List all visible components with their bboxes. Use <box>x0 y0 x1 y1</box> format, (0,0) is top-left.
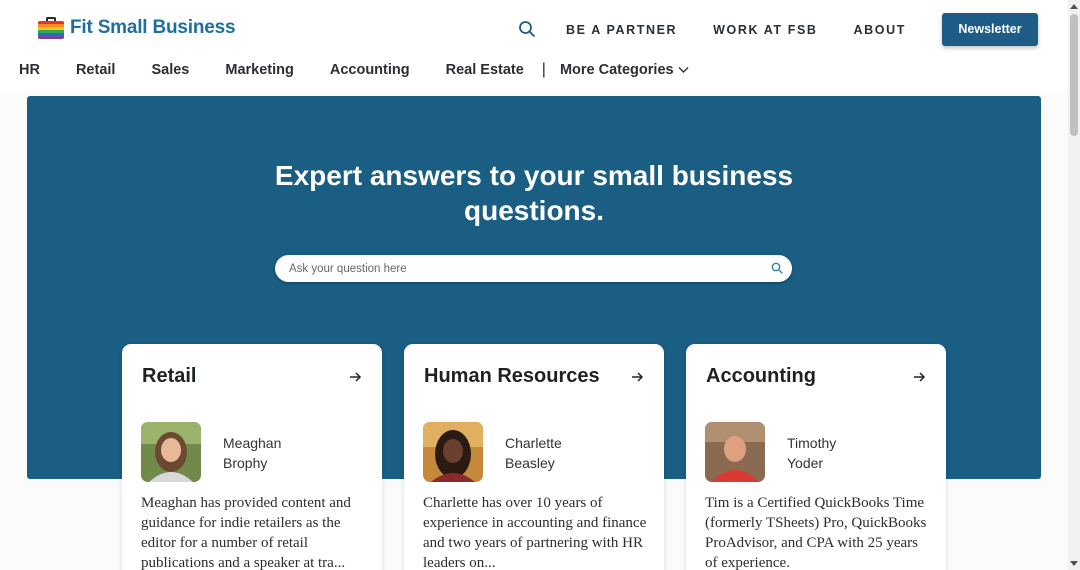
author-bio: Meaghan has provided content and guidanc… <box>141 495 351 570</box>
nav-item-marketing[interactable]: Marketing <box>225 62 294 78</box>
author-bio: Tim is a Certified QuickBooks Time (form… <box>705 495 927 570</box>
site-header: Fit Small Business BE A PARTNER WORK AT … <box>0 0 1068 92</box>
question-search-box <box>275 255 792 282</box>
briefcase-logo-icon <box>38 17 64 39</box>
author-first-name: Charlette <box>505 435 562 451</box>
work-at-fsb-link[interactable]: WORK AT FSB <box>713 23 817 37</box>
expert-card-accounting[interactable]: Accounting Timothy Yoder Tim is a Certif… <box>686 344 946 570</box>
author-name[interactable]: Meaghan Brophy <box>223 433 323 473</box>
about-link[interactable]: ABOUT <box>854 23 906 37</box>
author-last-name: Yoder <box>787 455 824 471</box>
nav-separator: | <box>541 61 546 78</box>
arrow-right-icon[interactable] <box>912 370 926 384</box>
nav-item-hr[interactable]: HR <box>19 62 40 78</box>
author-bio: Charlette has over 10 years of experienc… <box>423 495 647 570</box>
author-photo <box>423 422 483 482</box>
be-a-partner-link[interactable]: BE A PARTNER <box>566 23 677 37</box>
page-scrollbar[interactable] <box>1068 0 1080 570</box>
hero-title: Expert answers to your small business qu… <box>274 160 794 226</box>
more-categories-label: More Categories <box>559 62 674 78</box>
card-title: Retail <box>142 365 197 387</box>
author-last-name: Beasley <box>505 455 555 471</box>
newsletter-button[interactable]: Newsletter <box>942 13 1038 46</box>
card-title: Human Resources <box>424 365 600 387</box>
site-logo[interactable]: Fit Small Business <box>38 17 236 39</box>
nav-item-retail[interactable]: Retail <box>76 62 116 78</box>
author-name[interactable]: Charlette Beasley <box>505 433 605 473</box>
author-first-name: Meaghan <box>223 435 282 451</box>
scrollbar-thumb[interactable] <box>1070 14 1078 136</box>
author-photo <box>705 422 765 482</box>
question-search-input[interactable] <box>289 255 759 282</box>
expert-card-human-resources[interactable]: Human Resources Charlette Beasley Charle… <box>404 344 664 570</box>
author-photo <box>141 422 201 482</box>
arrow-right-icon[interactable] <box>630 370 644 384</box>
expert-card-retail[interactable]: Retail Meaghan Brophy Meaghan has provid… <box>122 344 382 570</box>
nav-item-accounting[interactable]: Accounting <box>330 62 410 78</box>
more-categories-dropdown[interactable]: More Categories <box>560 62 689 78</box>
author-last-name: Brophy <box>223 455 268 471</box>
utility-nav: BE A PARTNER WORK AT FSB ABOUT Newslette… <box>518 13 1038 46</box>
search-submit-icon[interactable] <box>771 262 783 274</box>
nav-item-real-estate[interactable]: Real Estate <box>446 62 524 78</box>
site-logo-text: Fit Small Business <box>70 17 236 38</box>
nav-item-sales[interactable]: Sales <box>151 62 189 78</box>
scroll-down-arrow[interactable] <box>1070 561 1078 566</box>
chevron-down-icon <box>678 67 689 73</box>
author-first-name: Timothy <box>787 435 837 451</box>
scroll-up-arrow[interactable] <box>1070 4 1078 9</box>
author-name[interactable]: Timothy Yoder <box>787 433 887 473</box>
arrow-right-icon[interactable] <box>348 370 362 384</box>
search-icon[interactable] <box>518 20 538 40</box>
card-title: Accounting <box>706 365 816 387</box>
category-nav: HR Retail Sales Marketing Accounting Rea… <box>19 61 689 79</box>
